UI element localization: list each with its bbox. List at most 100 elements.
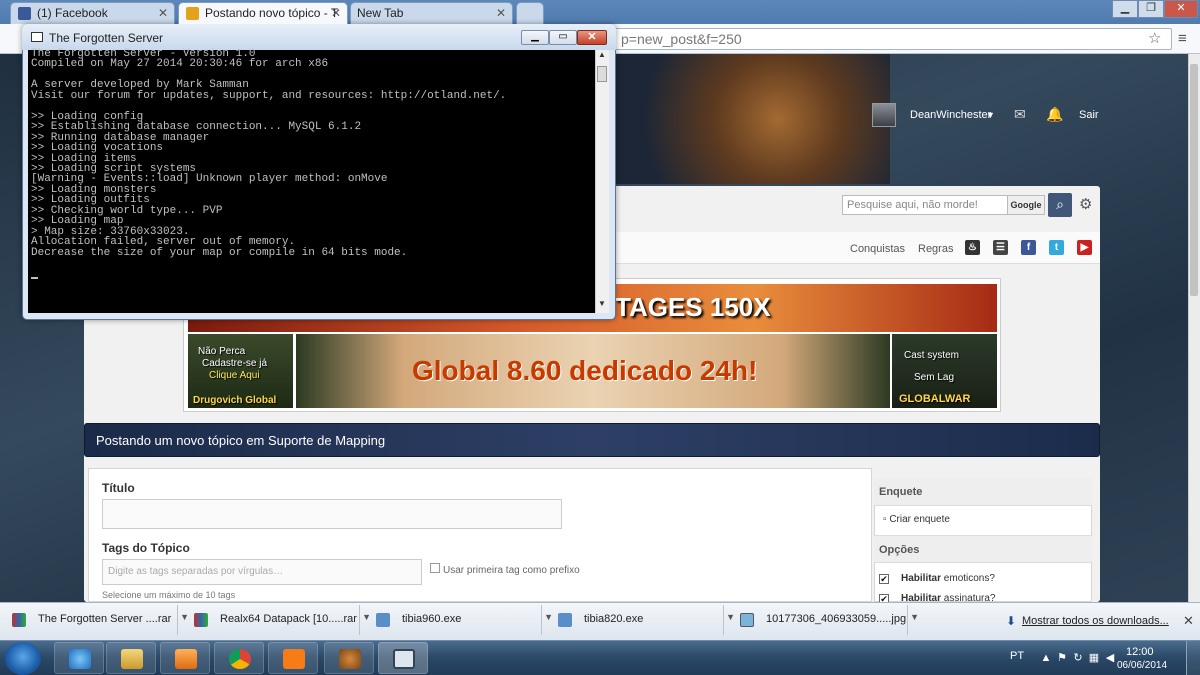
download-item[interactable]: tibia960.exe ▼	[368, 605, 553, 635]
console-maximize-button[interactable]: ▭	[549, 30, 577, 45]
download-arrow-icon: ⬇	[1006, 614, 1017, 628]
nav-conquistas[interactable]: Conquistas	[850, 243, 905, 255]
search-icon: ⌕	[1056, 196, 1064, 212]
show-all-downloads-link[interactable]: Mostrar todos os downloads...	[1022, 615, 1169, 627]
close-icon[interactable]: ✕	[158, 6, 168, 20]
network-icon[interactable]: ▦	[1088, 652, 1100, 664]
bell-icon[interactable]: 🔔	[1046, 106, 1063, 123]
console-scrollbar[interactable]	[595, 50, 609, 313]
taskbar-media[interactable]	[160, 642, 210, 674]
banner-right-line: Cast system	[904, 350, 960, 361]
poll-section-header: Enquete	[874, 478, 1092, 506]
page-scrollbar-thumb[interactable]	[1190, 64, 1198, 296]
flag-icon[interactable]: ⚑	[1056, 652, 1068, 664]
option-label-rest: emoticons?	[943, 573, 995, 584]
prefix-label: Usar primeira tag como prefixo	[443, 565, 580, 576]
clock-time[interactable]: 12:00	[1126, 646, 1154, 658]
console-title: The Forgotten Server	[49, 31, 164, 45]
update-icon[interactable]: ↻	[1072, 652, 1084, 664]
google-search-toggle[interactable]: Google	[1007, 195, 1045, 215]
nav-regras[interactable]: Regras	[918, 243, 953, 255]
rar-icon	[12, 613, 26, 627]
download-item[interactable]: tibia820.exe ▼	[550, 605, 735, 635]
download-item[interactable]: 10177306_406933059.....jpg ▼	[732, 605, 919, 635]
taskbar-explorer[interactable]	[106, 642, 156, 674]
taskbar-ie[interactable]	[54, 642, 104, 674]
chevron-up-icon[interactable]: ▲	[1040, 652, 1052, 664]
create-poll-link[interactable]: ▫ Criar enquete	[883, 514, 950, 525]
tab-label: (1) Facebook	[37, 6, 108, 20]
console-line: Visit our forum for updates, support, an…	[31, 89, 507, 102]
mail-icon[interactable]: ✉	[1014, 106, 1026, 123]
tab-new-post[interactable]: Postando novo tópico - T ✕	[178, 2, 348, 24]
chevron-down-icon[interactable]: ▼	[596, 299, 608, 313]
enable-emoticons-checkbox[interactable]: ✔	[879, 574, 889, 584]
download-item[interactable]: Realx64 Datapack [10.....rar ▼	[186, 605, 371, 635]
download-name: tibia820.exe	[584, 613, 644, 625]
logout-link[interactable]: Sair	[1079, 109, 1099, 121]
console-line: >> Loading vocations	[31, 142, 164, 155]
list-icon[interactable]: ☰	[993, 240, 1008, 255]
chevron-down-icon[interactable]: ▼	[910, 612, 919, 622]
tab-facebook[interactable]: (1) Facebook ✕	[10, 2, 175, 24]
menu-icon[interactable]: ≡	[1178, 30, 1187, 47]
console-output: The Forgotten Server - Version 1.0 Compil…	[31, 48, 591, 258]
volume-icon[interactable]: ◀	[1104, 652, 1116, 664]
download-name: The Forgotten Server ....rar	[38, 613, 172, 625]
title-input[interactable]	[102, 499, 562, 529]
tags-input[interactable]: Digite as tags separadas por vírgulas…	[102, 559, 422, 585]
console-minimize-button[interactable]: ▁	[521, 30, 549, 45]
username-link[interactable]: DeanWinchester	[910, 109, 991, 121]
start-button[interactable]	[5, 642, 41, 675]
exe-icon	[376, 613, 390, 627]
download-name: 10177306_406933059.....jpg	[766, 613, 907, 625]
gear-icon[interactable]: ⚙	[1079, 195, 1092, 213]
chevron-up-icon[interactable]: ▲	[596, 50, 608, 64]
facebook-icon[interactable]: f	[1021, 240, 1036, 255]
prefix-checkbox[interactable]	[430, 563, 440, 573]
search-input[interactable]: Pesquise aqui, não morde!	[842, 195, 1008, 215]
close-icon[interactable]: ✕	[496, 6, 506, 20]
clock-date[interactable]: 06/06/2014	[1117, 660, 1167, 671]
close-icon[interactable]: ✕	[331, 6, 341, 20]
exe-icon	[558, 613, 572, 627]
console-scrollbar-thumb[interactable]	[597, 66, 607, 82]
bookmark-star-icon[interactable]: ☆	[1148, 29, 1161, 47]
taskbar-chrome[interactable]	[214, 642, 264, 674]
console-line: Compiled on May 27 2014 20:30:46 for arc…	[31, 58, 329, 71]
window-minimize-button[interactable]: ▁	[1112, 0, 1138, 18]
search-button[interactable]: ⌕	[1048, 193, 1072, 217]
avatar[interactable]	[872, 103, 896, 127]
download-item[interactable]: The Forgotten Server ....rar ▼	[4, 605, 189, 635]
new-tab-button[interactable]	[516, 2, 544, 24]
forum-icon	[186, 7, 199, 20]
flame-icon[interactable]: ♨	[965, 240, 980, 255]
tab-label: New Tab	[357, 6, 404, 20]
window-maximize-button[interactable]: ❐	[1138, 0, 1164, 18]
show-desktop-button[interactable]	[1186, 641, 1200, 675]
download-name: tibia960.exe	[402, 613, 462, 625]
youtube-icon[interactable]: ▶	[1077, 240, 1092, 255]
tab-new-tab[interactable]: New Tab ✕	[350, 2, 513, 24]
taskbar-console[interactable]	[378, 642, 428, 674]
media-player-icon	[175, 649, 197, 669]
xampp-icon	[283, 649, 305, 669]
internet-explorer-icon	[69, 649, 91, 669]
taskbar-app[interactable]	[324, 642, 374, 674]
language-indicator[interactable]: PT	[1010, 650, 1024, 662]
option-label-bold: Habilitar	[901, 573, 942, 584]
taskbar-xampp[interactable]	[268, 642, 318, 674]
facebook-icon	[18, 7, 31, 20]
address-bar[interactable]: p=new_post&f=250	[560, 28, 1172, 50]
folder-icon	[121, 649, 143, 669]
create-poll-label: Criar enquete	[889, 514, 950, 525]
banner-right-line: Sem Lag	[914, 372, 955, 383]
close-icon[interactable]: ✕	[1183, 613, 1194, 629]
console-close-button[interactable]: ✕	[577, 30, 607, 45]
twitter-icon[interactable]: t	[1049, 240, 1064, 255]
window-close-button[interactable]: ✕	[1164, 0, 1198, 18]
chevron-down-icon[interactable]: ▼	[986, 110, 995, 120]
console-cursor	[31, 277, 38, 279]
banner-left-line: Clique Aqui	[209, 370, 260, 381]
tab-label: Postando novo tópico - T	[205, 6, 339, 20]
